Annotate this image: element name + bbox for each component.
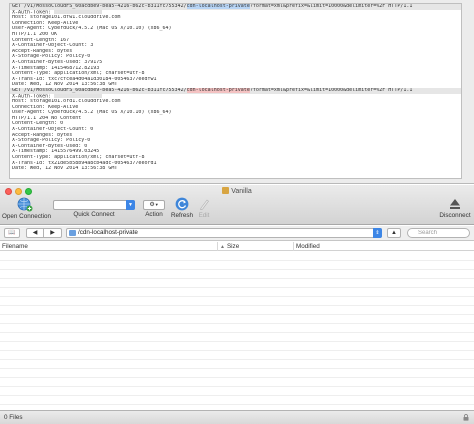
transcript-text: X-Container-Object-Count: 0 [12, 127, 94, 133]
folder-icon [69, 230, 76, 236]
transcript-text: Host: storage101.dfw1.clouddrive.com [12, 15, 121, 21]
transcript-text: ?format=xml&prefix=&limit=10000&delimite… [249, 87, 413, 93]
chevron-down-icon: ▼ [154, 202, 159, 207]
current-path: /cdn-localhost-private [78, 229, 138, 236]
transcript-text: Content-Length: 167 [12, 37, 70, 43]
bookmarks-button[interactable]: 📖 [4, 228, 20, 238]
edit-label: Edit [198, 212, 210, 219]
file-table-header: Filename ▲ Size Modified [0, 242, 474, 251]
path-dropdown[interactable]: /cdn-localhost-private ⇕ [66, 228, 382, 238]
pencil-icon [200, 199, 209, 210]
transcript-text: Date: Wed, 12 Nov 2014 13:56:38 GMT [12, 82, 118, 88]
open-connection-button[interactable]: Open Connection [2, 197, 52, 220]
path-bar: 📖 ◀ ▶ /cdn-localhost-private ⇕ ▲ ⌕ [0, 226, 474, 241]
quick-connect-label: Quick Connect [73, 211, 115, 218]
back-arrow-icon: ◀ [32, 230, 38, 236]
book-icon: 📖 [8, 230, 16, 236]
transcript-text: Content-Type: application/xml; charset=u… [12, 155, 145, 161]
transcript-text: Host: storage101.ord1.clouddrive.com [12, 99, 121, 105]
up-arrow-icon: ▲ [391, 230, 397, 236]
forward-button[interactable]: ▶ [44, 228, 62, 238]
forward-arrow-icon: ▶ [50, 230, 55, 236]
transcript-text: HTTP/1.1 204 No Content [12, 115, 82, 121]
column-size-label: Size [226, 243, 240, 250]
edit-button[interactable]: Edit [196, 197, 212, 219]
transcript-text: HTTP/1.1 200 OK [12, 31, 58, 37]
transcript-text: GET /v1/MossoCloudFS_60acdbe9-bea5-4216-… [12, 4, 187, 9]
refresh-label: Refresh [171, 212, 194, 219]
status-text: 0 Files [4, 414, 23, 421]
transcript-text: User-Agent: Cyberduck/4.5.2 (Mac OS X/10… [12, 110, 172, 116]
transcript-text: GET /v1/MossoCloudFS_60acdbe9-bea5-4216-… [12, 87, 187, 93]
back-button[interactable]: ◀ [26, 228, 44, 238]
transcript-text: X-Storage-Policy: Policy-0 [12, 54, 91, 60]
transcript-text: X-Container-Object-Count: 3 [12, 43, 94, 49]
action-button[interactable]: ⚙▼ [143, 200, 165, 210]
column-size[interactable]: ▲ Size [218, 242, 294, 251]
browser-window: Vanilla Open Connection ▼ Quick Connect … [0, 185, 474, 424]
open-connection-label: Open Connection [2, 213, 52, 220]
transcript-text: X-Container-Bytes-Used: 379175 [12, 59, 103, 65]
chevron-down-icon[interactable]: ▼ [126, 200, 135, 210]
transcript-text: Date: Wed, 12 Nov 2014 13:56:38 GMT [12, 166, 118, 172]
transcript-text: X-Trans-Id: txc7cfcea4d04a1d30184-005463… [12, 76, 157, 82]
refresh-icon [175, 197, 189, 211]
highlighted-container-name: cdn-localhost-private [186, 4, 250, 9]
transcript-text: Connection: Keep-Alive [12, 20, 79, 26]
highlighted-container-name: cdn-localhost-private [186, 87, 250, 93]
transcript-window: GET /v1/MossoCloudFS_60acdbe9-bea5-4216-… [0, 0, 474, 184]
quick-connect-field[interactable]: ▼ [53, 200, 135, 210]
status-bar: 0 Files [0, 410, 474, 424]
parent-folder-button[interactable]: ▲ [387, 228, 401, 238]
chevron-updown-icon: ⇕ [373, 228, 382, 238]
column-filename[interactable]: Filename [0, 242, 218, 251]
refresh-button[interactable]: Refresh [171, 197, 193, 219]
column-modified[interactable]: Modified [294, 242, 474, 251]
transcript-text: Accept-Ranges: bytes [12, 132, 73, 138]
transcript-text: X-Timestamp: 1415576499.03245 [12, 149, 100, 155]
transcript-text: X-Storage-Policy: Policy-0 [12, 138, 91, 144]
transcript-text: X-Timestamp: 1415468712.82193 [12, 65, 100, 71]
window-title-text: Vanilla [231, 188, 252, 195]
disconnect-button[interactable]: Disconnect [437, 197, 473, 219]
transcript-text: Content-Length: 0 [12, 121, 64, 127]
transcript-header-line: Date: Wed, 12 Nov 2014 13:56:38 GMT [10, 166, 461, 172]
transcript-text: Connection: Keep-Alive [12, 104, 79, 110]
transcript-text: Content-Type: application/xml; charset=u… [12, 71, 145, 77]
sort-ascending-icon: ▲ [220, 244, 225, 250]
action-label: Action [145, 211, 163, 218]
titlebar-toolbar: Vanilla Open Connection ▼ Quick Connect … [0, 185, 474, 225]
transcript-text: X-Trans-Id: tx21de5b58b94a8cb4adc-005463… [12, 160, 157, 166]
eject-icon [450, 199, 460, 209]
window-title: Vanilla [0, 187, 474, 195]
transcript-text: User-Agent: Cyberduck/4.5.2 (Mac OS X/10… [12, 26, 172, 32]
redacted-token [54, 93, 103, 98]
transcript-text: Accept-Ranges: bytes [12, 48, 73, 54]
transcript-log[interactable]: GET /v1/MossoCloudFS_60acdbe9-bea5-4216-… [9, 3, 462, 179]
disconnect-label: Disconnect [439, 212, 471, 219]
redacted-token [54, 9, 103, 14]
lock-icon[interactable] [463, 414, 469, 421]
transcript-text: ?format=xml&prefix=&limit=10000&delimite… [249, 4, 413, 9]
folder-icon [222, 187, 230, 194]
file-list[interactable] [0, 252, 474, 409]
globe-plus-icon [17, 197, 33, 212]
search-input[interactable] [407, 228, 470, 238]
transcript-text: X-Container-Bytes-Used: 0 [12, 143, 88, 149]
quick-connect: ▼ Quick Connect [53, 197, 135, 218]
action-menu: ⚙▼ Action [142, 197, 166, 218]
